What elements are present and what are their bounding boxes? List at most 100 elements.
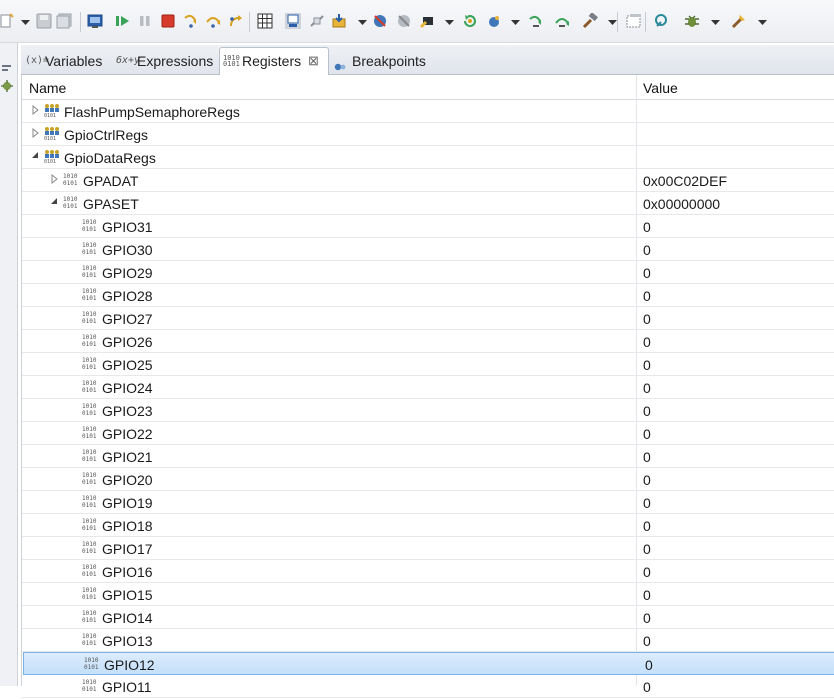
search-icon[interactable] (654, 13, 670, 29)
table-row[interactable]: 1010 0101 GPIO26 0 (22, 330, 834, 353)
step-return-icon[interactable] (228, 13, 244, 29)
register-value[interactable]: 0 (643, 238, 651, 260)
table-row[interactable]: 1010 0101 GPASET 0x00000000 (22, 192, 834, 215)
table-row[interactable]: 1010 0101 GPIO21 0 (22, 445, 834, 468)
tree-collapsed-arrow-icon[interactable] (30, 127, 40, 139)
tree-collapsed-arrow-icon[interactable] (30, 104, 40, 116)
table-row[interactable]: 1010 0101 GPIO29 0 (22, 261, 834, 284)
register-value[interactable]: 0 (643, 261, 651, 283)
tab-expressions[interactable]: 6x+y Expressions (116, 48, 218, 74)
register-value[interactable]: 0 (643, 330, 651, 352)
dropdown-arrow-icon[interactable] (355, 14, 367, 30)
table-row[interactable]: 1010 0101 GPIO24 0 (22, 376, 834, 399)
breakpoint-icon[interactable] (372, 13, 388, 29)
register-value[interactable]: 0 (643, 560, 651, 582)
connect-icon[interactable] (309, 13, 325, 29)
save-all-icon[interactable] (56, 13, 72, 29)
table-row[interactable]: 1010 0101 GPIO22 0 (22, 422, 834, 445)
step-into-icon[interactable] (183, 13, 199, 29)
table-row[interactable]: 1010 0101 GPIO15 0 (22, 583, 834, 606)
save-icon[interactable] (36, 13, 52, 29)
tree-expanded-arrow-icon[interactable] (49, 196, 59, 208)
table-row[interactable]: 1010 0101 GPIO25 0 (22, 353, 834, 376)
build-icon[interactable] (582, 13, 598, 29)
new-icon[interactable] (0, 13, 16, 29)
svg-text:0101: 0101 (82, 433, 97, 439)
register-value[interactable]: 0 (643, 606, 651, 628)
register-value[interactable]: 0 (643, 422, 651, 444)
debug-perspective-icon[interactable] (0, 79, 14, 93)
table-row[interactable]: 0101 GpioDataRegs (22, 146, 834, 169)
debug-bug-icon[interactable] (684, 13, 700, 29)
register-value[interactable]: 0 (645, 653, 653, 675)
step-over-icon[interactable] (205, 13, 221, 29)
register-value[interactable]: 0 (643, 353, 651, 375)
svg-text:0101: 0101 (82, 502, 97, 508)
dropdown-arrow-icon[interactable] (18, 14, 30, 30)
tree-collapsed-arrow-icon[interactable] (49, 173, 59, 185)
svg-text:0101: 0101 (82, 479, 97, 485)
register-value[interactable]: 0 (643, 514, 651, 536)
terminate-icon[interactable] (160, 13, 176, 29)
tab-registers[interactable]: 1010 0101 Registers ⊠ (219, 47, 329, 76)
register-value[interactable]: 0 (643, 629, 651, 651)
external-tools-icon[interactable] (731, 13, 747, 29)
tab-variables[interactable]: (x)= Variables (23, 48, 115, 74)
register-value[interactable]: 0 (643, 491, 651, 513)
remove-breakpoint-icon[interactable] (396, 13, 412, 29)
table-row[interactable]: 0101 GpioCtrlRegs (22, 123, 834, 146)
register-value[interactable]: 0 (643, 284, 651, 306)
table-row[interactable]: 1010 0101 GPIO12 0 (23, 652, 834, 675)
table-row[interactable]: 1010 0101 GPIO11 0 (22, 675, 834, 698)
tree-expanded-arrow-icon[interactable] (30, 150, 40, 162)
table-row[interactable]: 1010 0101 GPIO17 0 (22, 537, 834, 560)
table-row[interactable]: 1010 0101 GPIO28 0 (22, 284, 834, 307)
table-row[interactable]: 1010 0101 GPIO18 0 (22, 514, 834, 537)
table-row[interactable]: 1010 0101 GPIO23 0 (22, 399, 834, 422)
dropdown-arrow-icon[interactable] (755, 14, 767, 30)
table-row[interactable]: 1010 0101 GPADAT 0x00C02DEF (22, 169, 834, 192)
register-value[interactable]: 0x00000000 (643, 192, 720, 214)
table-row[interactable]: 1010 0101 GPIO19 0 (22, 491, 834, 514)
table-row[interactable]: 1010 0101 GPIO16 0 (22, 560, 834, 583)
register-value[interactable]: 0 (643, 583, 651, 605)
load-program-icon[interactable] (331, 13, 347, 29)
register-value[interactable]: 0 (643, 445, 651, 467)
table-row[interactable]: 1010 0101 GPIO20 0 (22, 468, 834, 491)
dropdown-arrow-icon[interactable] (708, 14, 720, 30)
table-row[interactable]: 0101 FlashPumpSemaphoreRegs (22, 100, 834, 123)
minimized-view-icon[interactable] (1, 61, 13, 71)
restart-icon[interactable] (462, 13, 478, 29)
register-value[interactable]: 0 (643, 675, 651, 697)
memory-table-icon[interactable] (257, 13, 273, 29)
debug-view-icon[interactable] (285, 13, 301, 29)
register-value[interactable]: 0 (643, 399, 651, 421)
register-value[interactable]: 0 (643, 215, 651, 237)
tab-breakpoints[interactable]: Breakpoints (330, 48, 440, 74)
register-value[interactable]: 0 (643, 307, 651, 329)
table-row[interactable]: 1010 0101 GPIO14 0 (22, 606, 834, 629)
hardware-icon[interactable] (420, 13, 436, 29)
close-icon[interactable]: ⊠ (308, 48, 319, 74)
register-value[interactable]: 0 (643, 537, 651, 559)
new-window-icon[interactable] (626, 13, 642, 29)
assembly-step-over-icon[interactable] (554, 13, 570, 29)
terminate-debug-icon[interactable] (87, 13, 103, 29)
column-header-value[interactable]: Value (643, 75, 678, 99)
table-row[interactable]: 1010 0101 GPIO31 0 (22, 215, 834, 238)
resume-icon[interactable] (115, 13, 131, 29)
suspend-icon[interactable] (137, 13, 153, 29)
assembly-step-into-icon[interactable] (528, 13, 544, 29)
table-row[interactable]: 1010 0101 GPIO30 0 (22, 238, 834, 261)
register-value[interactable]: 0 (643, 468, 651, 490)
dropdown-arrow-icon[interactable] (605, 14, 617, 30)
register-value[interactable]: 0 (643, 376, 651, 398)
column-header-name[interactable]: Name (29, 75, 66, 99)
register-value[interactable]: 0x00C02DEF (643, 169, 727, 191)
dropdown-arrow-icon[interactable] (508, 14, 520, 30)
dropdown-arrow-icon[interactable] (442, 14, 454, 30)
run-icon[interactable] (486, 13, 502, 29)
table-row[interactable]: 1010 0101 GPIO27 0 (22, 307, 834, 330)
bitfield-icon: 1010 0101 (82, 356, 98, 371)
table-row[interactable]: 1010 0101 GPIO13 0 (22, 629, 834, 652)
